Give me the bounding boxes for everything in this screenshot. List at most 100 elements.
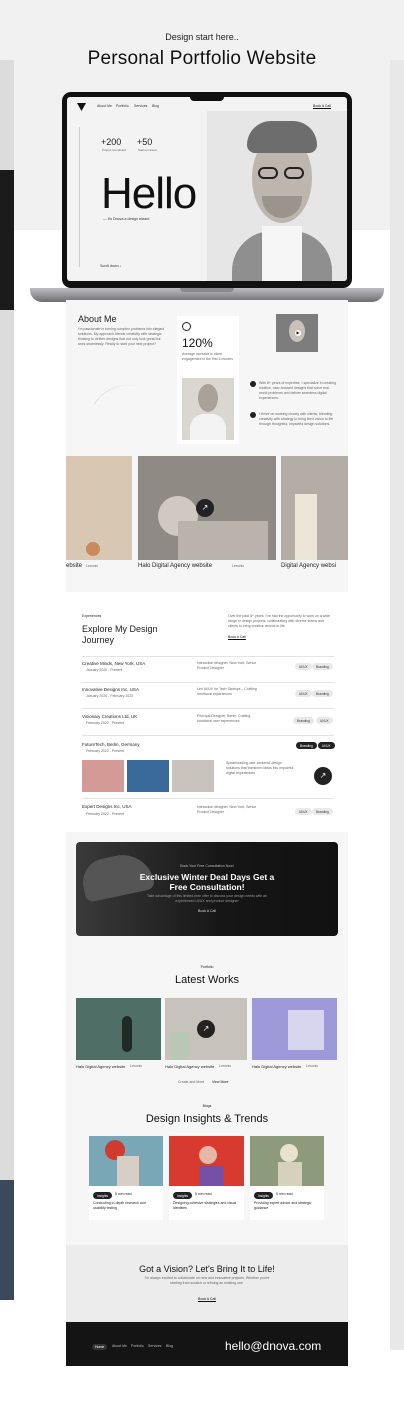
job-image-1[interactable] — [82, 760, 124, 792]
tag-pill: Branding — [312, 663, 333, 670]
stat-projects-value: +200 — [101, 137, 122, 147]
blog-post-title: Designing cohesive strategies and visual… — [173, 1201, 237, 1210]
laptop-base-groove — [180, 288, 234, 292]
promo-kicker: Book Your Free Consultation Now! — [180, 864, 234, 868]
work-image-2[interactable]: ↗ — [165, 998, 247, 1060]
nav-item-blog[interactable]: Blog — [152, 104, 159, 108]
cta-title: Got a Vision? Let's Bring It to Life! — [139, 1264, 275, 1274]
carousel-image-right[interactable] — [281, 456, 348, 560]
divider — [82, 682, 334, 683]
carousel-label-right[interactable]: Digital Agency websi — [281, 563, 336, 569]
blog-title: Design Insights & Trends — [145, 1113, 269, 1125]
purple-block — [199, 1166, 223, 1186]
cream-block — [278, 1162, 302, 1186]
blog-image — [250, 1136, 324, 1186]
footer-email[interactable]: hello@dnova.com — [225, 1339, 321, 1353]
promo-desc: Take advantage of this limited-time offe… — [147, 894, 267, 903]
blog-badge: Insights — [173, 1192, 192, 1199]
job-image-3[interactable] — [172, 760, 214, 792]
job-image-2[interactable] — [127, 760, 169, 792]
hero-tagline: — It's Dnova a design wizard — [103, 217, 150, 221]
blog-post-title: Conducting in-depth research and usabili… — [93, 1201, 146, 1210]
work-tag: Lexonic — [306, 1064, 319, 1068]
about-metric-desc: Average increase in client engagement in… — [182, 352, 233, 361]
portrait-shirt — [262, 226, 302, 281]
job-role: Principal Designer, Berlin, Crafting fun… — [197, 714, 251, 723]
blog-badge: Insights — [254, 1192, 273, 1199]
carousel-label-left[interactable]: ebsite — [66, 563, 82, 569]
divider — [82, 798, 334, 799]
tag-pill: UI/UX — [295, 808, 312, 815]
footer-link-portfolio[interactable]: Portfolio — [131, 1344, 144, 1348]
stat-startups-value: +50 — [137, 137, 153, 147]
works-tag: Portfolio — [200, 965, 214, 969]
blog-badge: Insights — [93, 1192, 112, 1199]
about-intro: I'm passionate in turning complex proble… — [78, 327, 165, 346]
footer-link-blog[interactable]: Blog — [166, 1344, 173, 1348]
play-icon[interactable]: ▶ — [295, 330, 301, 336]
work-label[interactable]: Halo Digital Agency website — [165, 1064, 214, 1069]
vase-pillar — [295, 494, 317, 560]
cube-shape — [288, 1010, 324, 1050]
about-video-thumb[interactable]: ▶ — [276, 314, 318, 352]
orange-sphere — [86, 542, 100, 556]
nav-book-call-link[interactable]: Book A Call — [313, 104, 331, 108]
scroll-down-link[interactable]: Scroll down ↓ — [100, 264, 121, 268]
arrow-up-right-icon[interactable]: ↗ — [196, 499, 214, 517]
hero-headline: Hello — [101, 169, 197, 218]
carousel-image-center[interactable]: ↗ — [138, 456, 276, 560]
work-tag: Lexonic — [219, 1064, 232, 1068]
blog-read-time: 5 min read — [276, 1192, 293, 1196]
promo-book-button[interactable]: Book A Call — [76, 909, 338, 914]
logo-icon[interactable] — [77, 103, 86, 111]
experience-book-link[interactable]: Book A Call — [228, 635, 246, 640]
job-company: FutureTech, Berlin, Germany — [82, 742, 140, 747]
works-view-more-link[interactable]: View More — [212, 1080, 228, 1085]
blog-read-time: 5 min read — [195, 1192, 212, 1196]
carousel-label-center[interactable]: Halo Digital Agency website — [138, 563, 212, 569]
cta-book-link[interactable]: Book A Call — [66, 1297, 348, 1302]
point-icon — [250, 412, 256, 418]
job-company: Visionary Creations Ltd, UK — [82, 714, 138, 719]
about-portrait — [182, 378, 234, 440]
arrow-up-right-icon[interactable]: ↗ — [314, 767, 332, 785]
nav-item-about[interactable]: About Me — [97, 104, 112, 108]
job-company: Innovative Designs Inc, USA — [82, 687, 140, 692]
footer-link-home[interactable]: Home — [92, 1344, 108, 1350]
work-label[interactable]: Halo Digital Agency website — [252, 1064, 301, 1069]
laptop-screen: About Me Portfolio Services Blog Book A … — [67, 97, 347, 281]
footer-link-services[interactable]: Services — [148, 1344, 161, 1348]
footer-link-about[interactable]: About Me — [112, 1344, 127, 1348]
nav-item-services[interactable]: Services — [134, 104, 147, 108]
experience-tag: Experiences — [82, 614, 102, 618]
stat-projects-label: Project completed — [102, 148, 127, 152]
job-role: Interaction designer, New York, Senior P… — [197, 661, 257, 670]
hero-portrait — [207, 111, 347, 281]
blog-read-time: 5 min read — [115, 1192, 132, 1196]
job-date: February 2022 - Present — [86, 721, 124, 725]
divider — [82, 708, 334, 709]
arrow-up-right-icon[interactable]: ↗ — [197, 1020, 215, 1038]
work-image-3[interactable] — [252, 998, 337, 1060]
work-label[interactable]: Halo Digital Agency website — [76, 1064, 125, 1069]
pink-sphere — [199, 1146, 217, 1164]
works-more-text: Create and More — [178, 1080, 205, 1084]
job-date: January 2020 - Present — [86, 668, 123, 672]
work-image-1[interactable] — [76, 998, 161, 1060]
about-point-1: With 8+ years of expertise, I specialize… — [259, 381, 336, 400]
about-portrait-face — [198, 384, 218, 412]
blog-image — [169, 1136, 244, 1186]
tag-pill: Branding — [293, 717, 314, 724]
badge-icon — [182, 322, 191, 331]
nav-item-portfolio[interactable]: Portfolio — [116, 104, 129, 108]
job-company: Creative Minds, New York, USA — [82, 661, 146, 666]
glasses-right-icon — [284, 167, 304, 179]
carousel-image-left[interactable] — [66, 456, 132, 560]
stat-startups-label: Startup raised — [138, 148, 157, 152]
about-point-2: I thrive on working closely with clients… — [259, 412, 334, 426]
about-metric-value: 120% — [182, 336, 213, 350]
header-title: Personal Portfolio Website — [87, 48, 317, 69]
portrait-hair — [247, 121, 317, 153]
point-icon — [250, 381, 256, 387]
carousel-tag-left: Lexonic — [86, 564, 99, 568]
